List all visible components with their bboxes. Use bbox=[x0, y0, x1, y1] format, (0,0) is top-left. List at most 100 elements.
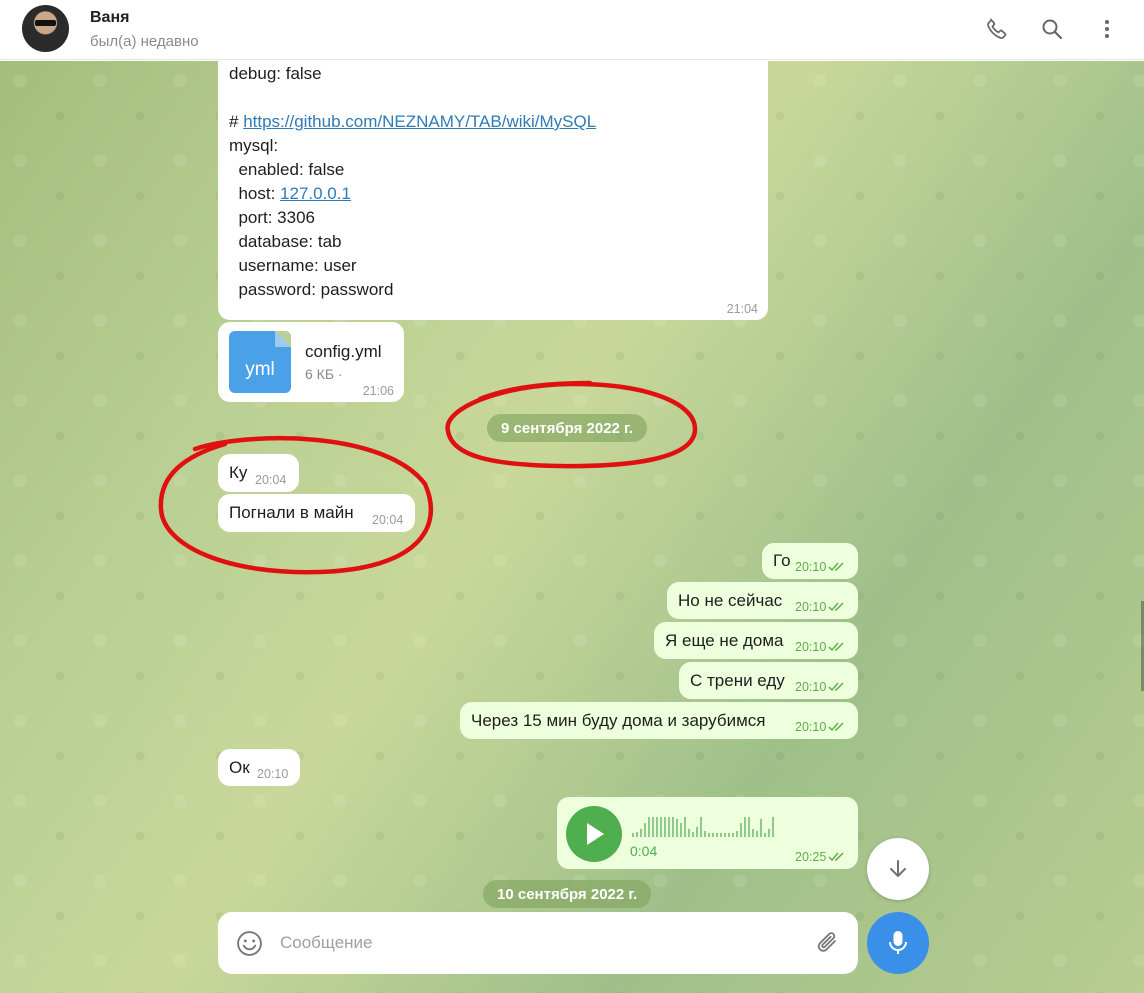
message-time: 20:04 bbox=[372, 513, 404, 527]
scroll-down-button[interactable] bbox=[867, 838, 929, 900]
waveform-bar bbox=[644, 823, 646, 837]
read-checks-icon bbox=[828, 602, 844, 612]
attach-icon[interactable] bbox=[816, 929, 840, 957]
message-time: 20:10 bbox=[795, 600, 846, 614]
waveform-bar bbox=[672, 817, 674, 837]
read-checks-icon bbox=[828, 682, 844, 692]
waveform-bar bbox=[684, 817, 686, 837]
message-line: # https://github.com/NEZNAMY/TAB/wiki/My… bbox=[229, 112, 597, 131]
phone-icon[interactable] bbox=[980, 12, 1014, 46]
message-text: Го bbox=[773, 551, 791, 570]
message-text: Ку bbox=[229, 463, 248, 482]
waveform-bar bbox=[692, 832, 694, 837]
voice-duration: 0:04 bbox=[630, 843, 658, 859]
message-time: 20:25 bbox=[795, 850, 846, 864]
date-separator: 9 сентября 2022 г. bbox=[487, 414, 647, 442]
read-checks-icon bbox=[828, 562, 844, 572]
message-line: port: 3306 bbox=[229, 208, 316, 227]
chat-header: Ваня был(а) недавно bbox=[0, 0, 1144, 60]
play-icon bbox=[587, 823, 604, 845]
waveform-bar bbox=[744, 817, 746, 837]
waveform-bar bbox=[752, 829, 754, 837]
waveform-bar bbox=[640, 829, 642, 837]
message-text: Ок bbox=[229, 758, 250, 777]
message-time: 20:10 bbox=[795, 640, 846, 654]
waveform-bar bbox=[724, 833, 726, 837]
outgoing-message[interactable]: С трени еду 20:10 bbox=[679, 662, 858, 699]
host-link[interactable]: 127.0.0.1 bbox=[280, 184, 351, 203]
message-text: Погнали в майн bbox=[229, 503, 354, 522]
message-input[interactable] bbox=[280, 926, 800, 960]
chat-area[interactable]: debug: false # https://github.com/NEZNAM… bbox=[0, 61, 1144, 993]
message-line: database: tab bbox=[229, 232, 342, 251]
incoming-message[interactable]: Ок 20:10 bbox=[218, 749, 300, 786]
waveform-bar bbox=[680, 823, 682, 837]
waveform-bar bbox=[768, 829, 770, 837]
waveform-bar bbox=[732, 833, 734, 837]
waveform-bar bbox=[716, 833, 718, 837]
github-link[interactable]: https://github.com/NEZNAMY/TAB/wiki/MySQ… bbox=[243, 112, 596, 131]
read-checks-icon bbox=[828, 642, 844, 652]
file-name: config.yml bbox=[305, 342, 382, 361]
search-icon[interactable] bbox=[1035, 12, 1069, 46]
date-separator: 10 сентября 2022 г. bbox=[483, 880, 652, 908]
waveform-bar bbox=[764, 833, 766, 837]
read-checks-icon bbox=[828, 722, 844, 732]
contact-status: был(а) недавно bbox=[90, 33, 199, 50]
message-composer bbox=[218, 912, 858, 974]
microphone-button[interactable] bbox=[867, 912, 929, 974]
message-text: Но не сейчас bbox=[678, 591, 783, 610]
voice-waveform[interactable] bbox=[632, 813, 774, 837]
outgoing-message[interactable]: Через 15 мин буду дома и зарубимся 20:10 bbox=[460, 702, 858, 739]
microphone-icon bbox=[889, 931, 907, 954]
play-button[interactable] bbox=[566, 806, 622, 862]
incoming-message[interactable]: Ку 20:04 bbox=[218, 454, 299, 492]
waveform-bar bbox=[656, 817, 658, 837]
message-time: 20:10 bbox=[795, 560, 846, 574]
message-time: 20:10 bbox=[257, 767, 289, 781]
message-time: 21:06 bbox=[362, 384, 394, 398]
message-time: 20:10 bbox=[795, 680, 846, 694]
file-icon[interactable]: yml bbox=[229, 331, 291, 393]
waveform-bar bbox=[668, 817, 670, 837]
waveform-bar bbox=[700, 817, 702, 837]
voice-message[interactable]: 0:04 20:25 bbox=[557, 797, 858, 869]
contact-name[interactable]: Ваня bbox=[90, 9, 129, 27]
waveform-bar bbox=[660, 817, 662, 837]
waveform-bar bbox=[652, 817, 654, 837]
waveform-bar bbox=[712, 833, 714, 837]
avatar[interactable] bbox=[22, 5, 69, 52]
waveform-bar bbox=[648, 817, 650, 837]
waveform-bar bbox=[748, 817, 750, 837]
message-line: debug: false bbox=[229, 64, 322, 83]
arrow-down-icon bbox=[890, 860, 906, 878]
read-checks-icon bbox=[828, 852, 844, 862]
message-text: С трени еду bbox=[690, 671, 785, 690]
incoming-message[interactable]: Погнали в майн 20:04 bbox=[218, 494, 415, 532]
more-vertical-icon[interactable] bbox=[1090, 12, 1124, 46]
emoji-icon[interactable] bbox=[236, 930, 263, 957]
waveform-bar bbox=[756, 831, 758, 837]
outgoing-message[interactable]: Я еще не дома 20:10 bbox=[654, 622, 858, 659]
message-time: 21:04 bbox=[726, 302, 758, 316]
waveform-bar bbox=[636, 832, 638, 837]
waveform-bar bbox=[740, 823, 742, 837]
waveform-bar bbox=[736, 831, 738, 837]
message-time: 20:10 bbox=[795, 720, 846, 734]
waveform-bar bbox=[760, 819, 762, 837]
code-message[interactable]: debug: false # https://github.com/NEZNAM… bbox=[218, 61, 768, 320]
message-text: Я еще не дома bbox=[665, 631, 784, 650]
waveform-bar bbox=[688, 829, 690, 837]
waveform-bar bbox=[772, 817, 774, 837]
outgoing-message[interactable]: Но не сейчас 20:10 bbox=[667, 582, 858, 619]
message-line: mysql: bbox=[229, 136, 279, 155]
message-line: password: password bbox=[229, 280, 394, 299]
message-text: Через 15 мин буду дома и зарубимся bbox=[471, 711, 766, 730]
file-size: 6 КБ · bbox=[305, 366, 343, 382]
file-message[interactable]: yml config.yml 6 КБ · 21:06 bbox=[218, 322, 404, 402]
waveform-bar bbox=[704, 831, 706, 837]
message-time: 20:04 bbox=[255, 473, 287, 487]
message-line: username: user bbox=[229, 256, 357, 275]
outgoing-message[interactable]: Го 20:10 bbox=[762, 543, 858, 579]
message-line: enabled: false bbox=[229, 160, 345, 179]
